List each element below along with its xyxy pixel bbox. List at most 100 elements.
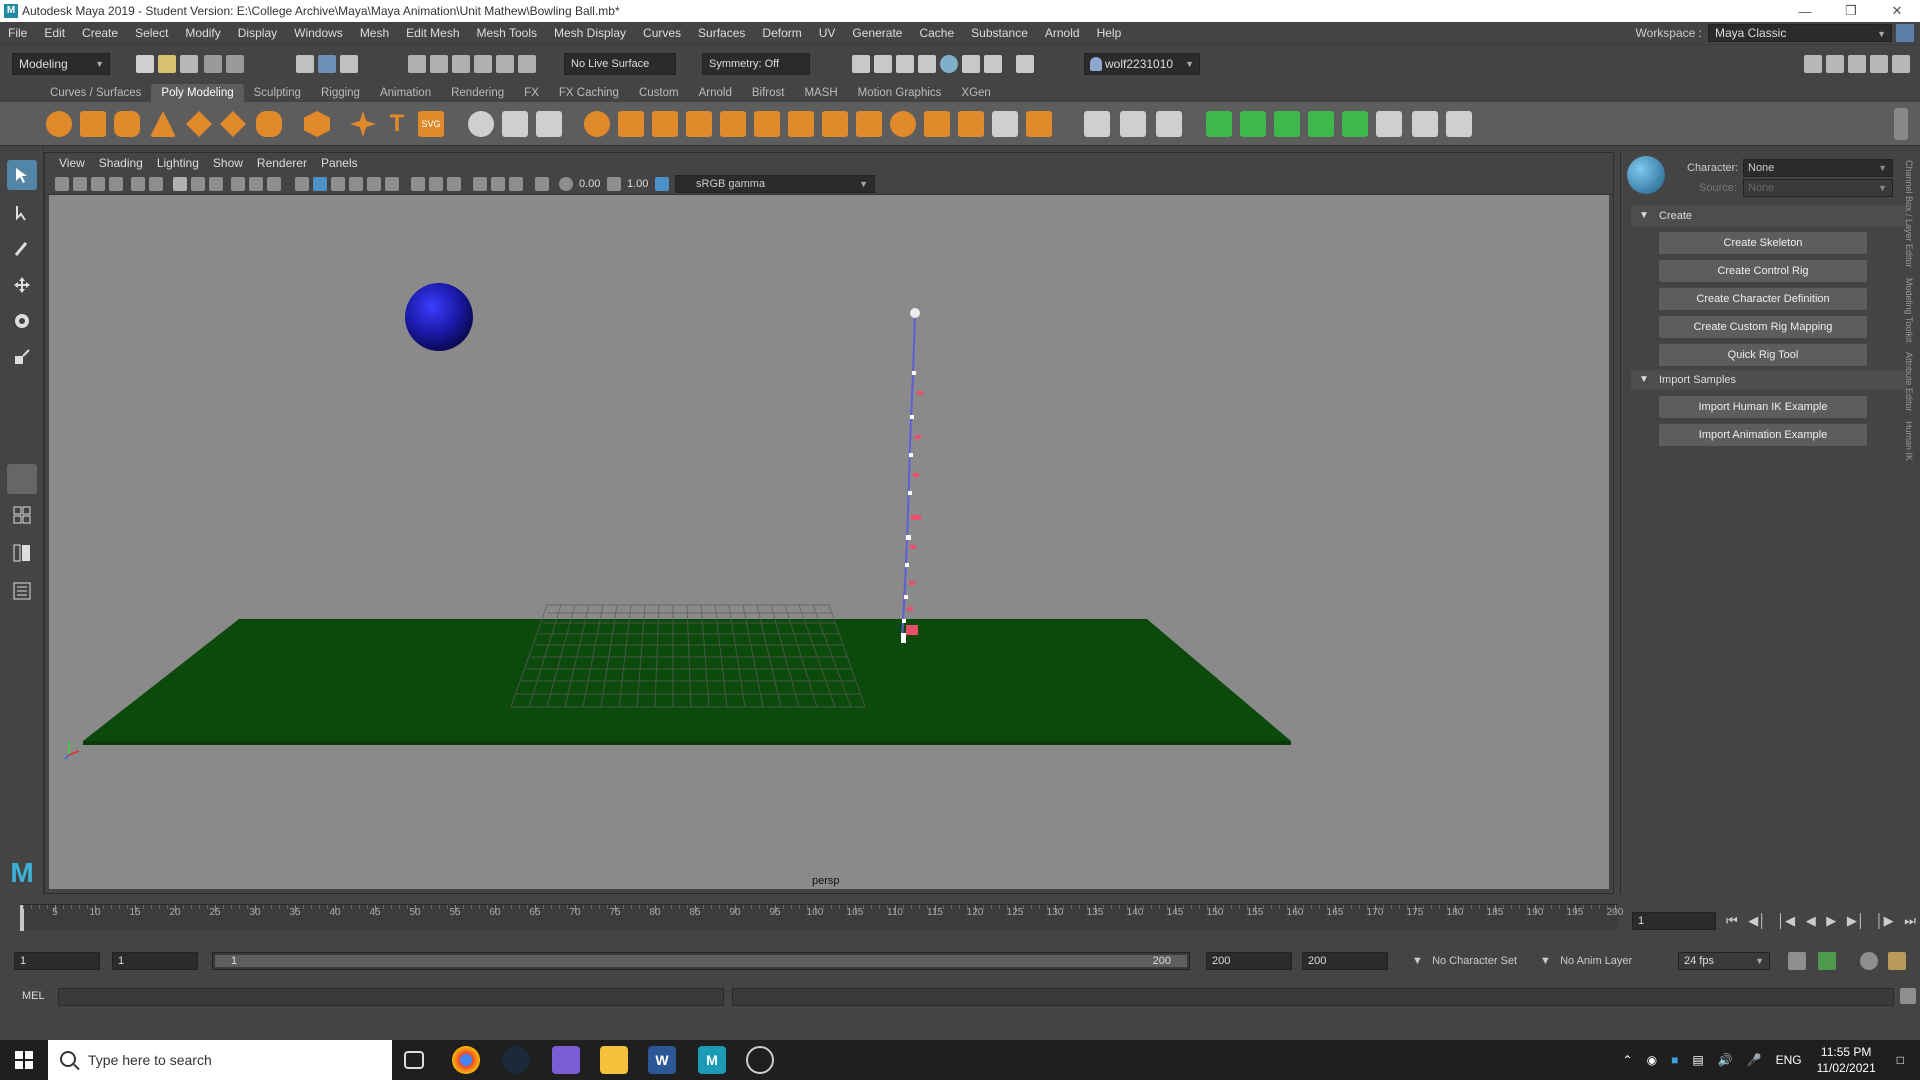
- ground-plane[interactable]: [83, 619, 1291, 741]
- notifications-icon[interactable]: □: [1897, 1053, 1904, 1067]
- menu-file[interactable]: File: [8, 26, 27, 40]
- go-to-start-icon[interactable]: ⏮: [1726, 913, 1738, 929]
- shelf-tab-custom[interactable]: Custom: [629, 84, 689, 102]
- create-skeleton-button[interactable]: Create Skeleton: [1659, 232, 1867, 254]
- language-indicator[interactable]: ENG: [1776, 1053, 1802, 1067]
- character-select[interactable]: None: [1743, 159, 1893, 177]
- select-hierarchy-icon[interactable]: [296, 55, 314, 73]
- trail-point[interactable]: [902, 619, 906, 623]
- insert-edge-loop-icon[interactable]: [958, 111, 984, 137]
- select-tool-icon[interactable]: [7, 160, 37, 190]
- network-status-icon[interactable]: ◉: [1647, 1053, 1657, 1067]
- type-tool-icon[interactable]: T: [384, 111, 410, 137]
- snap-live-icon[interactable]: [518, 55, 536, 73]
- poly-cylinder-icon[interactable]: [114, 111, 140, 137]
- shelf-tab-sculpting[interactable]: Sculpting: [244, 84, 311, 102]
- shelf-tab-rigging[interactable]: Rigging: [311, 84, 370, 102]
- render-frame-icon[interactable]: [874, 55, 892, 73]
- render-view-icon[interactable]: [918, 55, 936, 73]
- exposure-value[interactable]: 0.00: [579, 176, 600, 192]
- side-tab-channel-box[interactable]: Channel Box / Layer Editor: [1904, 160, 1914, 268]
- viewport-menu-shading[interactable]: Shading: [99, 156, 143, 170]
- freeze-transform-icon[interactable]: [1446, 111, 1472, 137]
- restore-icon[interactable]: ❐: [1828, 0, 1874, 22]
- gamma-icon[interactable]: [607, 177, 621, 191]
- save-scene-icon[interactable]: [180, 55, 198, 73]
- trail-point[interactable]: [908, 491, 912, 495]
- gamma-value[interactable]: 1.00: [627, 176, 648, 192]
- connect-icon[interactable]: [856, 111, 882, 137]
- arnold-render-icon[interactable]: [984, 55, 1002, 73]
- shelf-tab-curves-surfaces[interactable]: Curves / Surfaces: [40, 84, 151, 102]
- playback-start-field[interactable]: 1: [112, 952, 198, 970]
- quad-draw-icon[interactable]: [890, 111, 916, 137]
- slide-edge-icon[interactable]: [1026, 111, 1052, 137]
- two-d-pan-zoom-icon[interactable]: [131, 177, 145, 191]
- human-ik-logo-icon[interactable]: [1627, 156, 1665, 194]
- animation-preferences-icon[interactable]: [1860, 952, 1878, 970]
- exposure-icon[interactable]: [559, 177, 573, 191]
- mel-language-toggle[interactable]: MEL: [22, 990, 45, 1002]
- menu-help[interactable]: Help: [1097, 26, 1122, 40]
- snap-view-icon[interactable]: [474, 55, 492, 73]
- discord-icon[interactable]: [552, 1046, 580, 1074]
- multi-cut-icon[interactable]: [788, 111, 814, 137]
- ipr-render-icon[interactable]: [896, 55, 914, 73]
- shelf-tab-mash[interactable]: MASH: [794, 84, 847, 102]
- shelf-tab-bifrost[interactable]: Bifrost: [742, 84, 795, 102]
- gate-mask-icon[interactable]: [231, 177, 245, 191]
- screen-space-ao-icon[interactable]: [473, 177, 487, 191]
- step-forward-frame-icon[interactable]: ▶│: [1847, 913, 1865, 929]
- super-shape-icon[interactable]: [350, 111, 376, 137]
- color-management-icon[interactable]: [655, 177, 669, 191]
- wifi-icon[interactable]: ▤: [1692, 1053, 1703, 1067]
- render-settings-icon[interactable]: [852, 55, 870, 73]
- shelf-tab-poly-modeling[interactable]: Poly Modeling: [151, 84, 244, 102]
- grid-icon[interactable]: [173, 177, 187, 191]
- task-view-icon[interactable]: [404, 1051, 424, 1069]
- create-control-rig-button[interactable]: Create Control Rig: [1659, 260, 1867, 282]
- target-weld-icon[interactable]: [822, 111, 848, 137]
- range-slider-fill[interactable]: [215, 955, 1187, 967]
- single-perspective-layout-icon[interactable]: [7, 464, 37, 494]
- menu-edit[interactable]: Edit: [44, 26, 65, 40]
- viewport-menu-lighting[interactable]: Lighting: [157, 156, 199, 170]
- menu-substance[interactable]: Substance: [971, 26, 1028, 40]
- bookmarks-icon[interactable]: [91, 177, 105, 191]
- trail-point[interactable]: [904, 595, 908, 599]
- side-tab-modeling-toolkit[interactable]: Modeling Toolkit: [1904, 278, 1914, 342]
- menu-select[interactable]: Select: [135, 26, 168, 40]
- film-gate-icon[interactable]: [191, 177, 205, 191]
- viewport-menu-panels[interactable]: Panels: [321, 156, 358, 170]
- word-icon[interactable]: W: [648, 1046, 676, 1074]
- grease-pencil-icon[interactable]: [149, 177, 163, 191]
- modeling-toolkit-icon[interactable]: [1804, 55, 1822, 73]
- resolution-gate-icon[interactable]: [209, 177, 223, 191]
- poly-sphere-icon[interactable]: [46, 111, 72, 137]
- play-forwards-icon[interactable]: ▶: [1826, 913, 1836, 929]
- shelf-tab-arnold[interactable]: Arnold: [689, 84, 742, 102]
- crease-icon[interactable]: [1156, 111, 1182, 137]
- outliner-icon[interactable]: [7, 576, 37, 606]
- range-slider[interactable]: 1 200: [212, 952, 1190, 970]
- symmetry-select[interactable]: Symmetry: Off: [702, 53, 810, 75]
- poly-plane-icon[interactable]: [220, 111, 246, 137]
- trail-point[interactable]: [905, 563, 909, 567]
- close-icon[interactable]: ✕: [1874, 0, 1920, 22]
- auto-key-icon[interactable]: [1818, 952, 1836, 970]
- trail-point[interactable]: [901, 633, 906, 643]
- isolate-select-icon[interactable]: [411, 177, 425, 191]
- four-view-layout-icon[interactable]: [7, 500, 37, 530]
- offset-edge-loop-icon[interactable]: [992, 111, 1018, 137]
- hypershade-icon[interactable]: [940, 55, 958, 73]
- xray-joints-icon[interactable]: [447, 177, 461, 191]
- show-hidden-icons-icon[interactable]: ⌃: [1623, 1053, 1633, 1067]
- volume-icon[interactable]: 🔊: [1718, 1053, 1733, 1067]
- anim-layer-select[interactable]: ▼ No Anim Layer: [1540, 955, 1632, 967]
- command-input[interactable]: [58, 988, 724, 1006]
- create-section-header[interactable]: Create: [1631, 206, 1907, 226]
- fps-select[interactable]: 24 fps ▼: [1678, 952, 1770, 970]
- side-tab-human-ik[interactable]: Human IK: [1904, 421, 1914, 461]
- animation-start-field[interactable]: 1: [14, 952, 100, 970]
- xray-icon[interactable]: [429, 177, 443, 191]
